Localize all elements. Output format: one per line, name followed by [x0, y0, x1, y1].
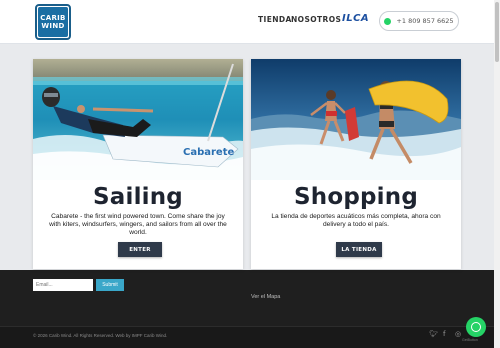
logo[interactable]: CARIB WIND	[35, 4, 71, 40]
sailing-image: Cabarete	[33, 59, 243, 180]
twitter-icon[interactable]: 🐦︎	[429, 330, 438, 338]
scrollbar-thumb[interactable]	[495, 2, 499, 62]
enter-button[interactable]: ENTER	[118, 242, 162, 257]
phone-number: +1 809 857 6625	[396, 17, 454, 25]
nav-tienda[interactable]: TIENDA	[258, 15, 292, 24]
logo-line1: CARIB	[40, 14, 66, 22]
instagram-icon[interactable]: ◎	[455, 330, 461, 338]
sailing-description: Cabarete - the first wind powered town. …	[49, 213, 227, 236]
la-tienda-button[interactable]: LA TIENDA	[336, 242, 382, 257]
whatsapp-caption: GetButton	[462, 338, 478, 342]
whatsapp-icon	[471, 322, 481, 332]
phone-button[interactable]: +1 809 857 6625	[379, 11, 459, 31]
facebook-icon[interactable]: f	[443, 330, 445, 338]
shopping-card: Shopping La tienda de deportes acuáticos…	[251, 59, 461, 269]
submit-button[interactable]: Submit	[96, 279, 124, 291]
site-header: CARIB WIND TIENDA NOSOTROS ILCA +1 809 8…	[0, 0, 500, 44]
logo-badge: CARIB WIND	[38, 7, 68, 37]
whatsapp-float-button[interactable]	[466, 317, 486, 337]
logo-line2: WIND	[41, 22, 65, 30]
shopping-title: Shopping	[294, 184, 418, 210]
sailing-title: Sailing	[93, 184, 183, 210]
boat-text: Cabarete	[183, 147, 234, 158]
shopping-description: La tienda de deportes acuáticos más comp…	[271, 213, 441, 228]
nav-nosotros[interactable]: NOSOTROS	[291, 15, 341, 24]
sailing-card: Cabarete Sailing Cabarete - the first wi…	[33, 59, 243, 269]
email-input[interactable]	[33, 279, 93, 291]
whatsapp-icon	[384, 17, 392, 25]
shopping-image	[251, 59, 461, 180]
copyright-text: © 2026 Carib Wind. All Rights Reserved. …	[33, 333, 168, 338]
map-link[interactable]: Ver el Mapa	[251, 294, 280, 300]
nav-ilca-logo[interactable]: ILCA	[342, 13, 369, 24]
